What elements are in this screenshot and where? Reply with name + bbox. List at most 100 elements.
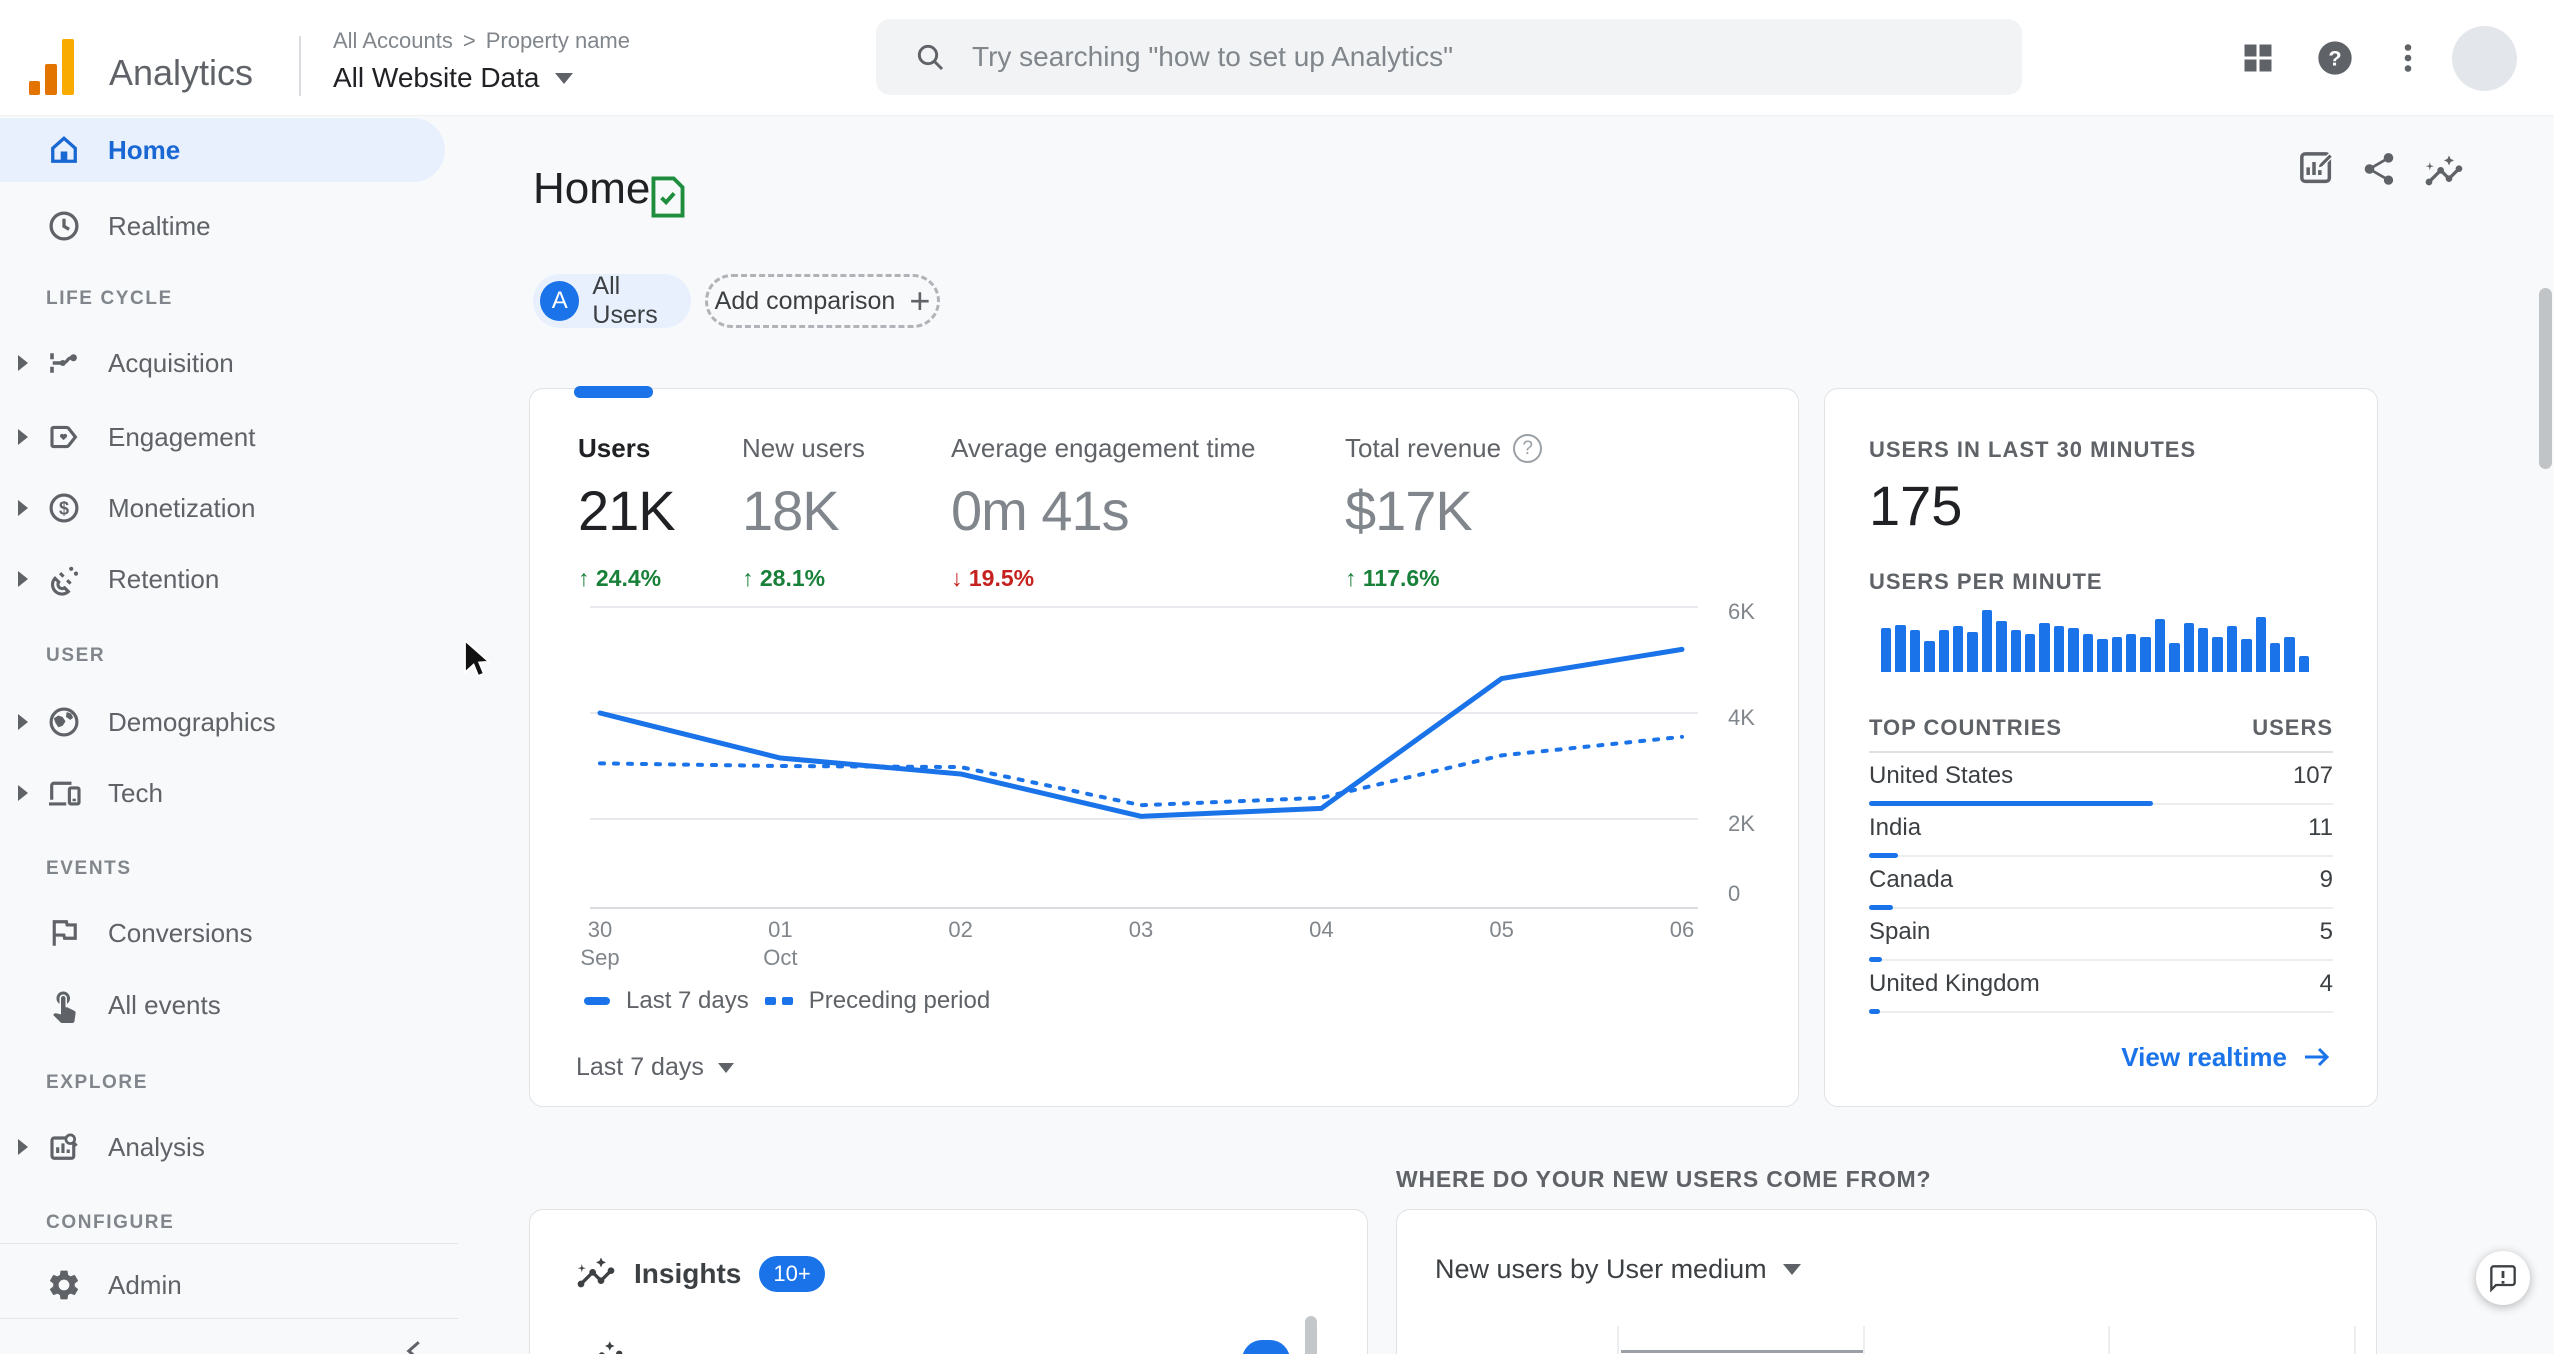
- country-bar: [1869, 1009, 1880, 1014]
- arrow-right-icon: [2305, 1047, 2330, 1067]
- expand-arrow-icon[interactable]: [18, 355, 28, 371]
- insights-scrollbar-thumb[interactable]: [1305, 1316, 1317, 1354]
- engagement-tag-icon: [46, 419, 82, 455]
- minute-bar: [2284, 636, 2295, 672]
- help-icon[interactable]: ?: [2315, 38, 2355, 83]
- insights-header[interactable]: Insights 10+: [576, 1254, 825, 1294]
- sidebar-item-demographics[interactable]: Demographics: [0, 690, 445, 754]
- breadcrumb-item[interactable]: All Accounts: [333, 28, 453, 54]
- metric-delta: ↓ 19.5%: [951, 565, 1035, 591]
- sidebar-item-engagement[interactable]: Engagement: [0, 405, 445, 469]
- customize-report-icon[interactable]: [2296, 148, 2336, 193]
- sidebar-item-label: Home: [108, 134, 181, 165]
- share-icon[interactable]: [2360, 150, 2398, 193]
- minute-bar: [2212, 636, 2223, 672]
- minute-bar: [2010, 630, 2022, 672]
- sidebar-section-life-cycle: LIFE CYCLE: [46, 288, 173, 309]
- expand-arrow-icon[interactable]: [18, 785, 28, 801]
- expand-arrow-icon[interactable]: [18, 714, 28, 730]
- search-bar[interactable]: [876, 19, 2022, 95]
- expand-arrow-icon[interactable]: [18, 429, 28, 445]
- collapse-sidebar-icon[interactable]: [400, 1336, 430, 1354]
- x-tick-label: 30: [588, 917, 612, 942]
- apps-grid-icon[interactable]: [2240, 40, 2276, 81]
- breadcrumb-item[interactable]: Property name: [486, 28, 630, 54]
- minute-bar: [1967, 632, 1978, 672]
- avatar[interactable]: [2452, 26, 2517, 91]
- minute-bar: [2082, 634, 2094, 672]
- x-tick-label: 01: [768, 917, 792, 942]
- add-comparison-label: Add comparison: [714, 286, 896, 315]
- chevron-down-icon: [1782, 1264, 1801, 1275]
- sidebar-item-analysis[interactable]: Analysis: [0, 1115, 445, 1179]
- minute-bar: [2140, 636, 2151, 672]
- touch-icon: [46, 987, 82, 1023]
- expand-arrow-icon[interactable]: [18, 1139, 28, 1155]
- minute-bar: [2169, 642, 2180, 672]
- report-verified-icon[interactable]: [650, 176, 686, 223]
- all-users-chip[interactable]: A All Users: [533, 272, 691, 329]
- breadcrumb-separator: >: [462, 28, 476, 53]
- minute-bar: [1909, 630, 1921, 672]
- metric-engagement-time[interactable]: Average engagement time 0m 41s ↓ 19.5%: [951, 433, 1256, 592]
- metric-label: Total revenue ?: [1345, 433, 1543, 464]
- country-row: Spain 5: [1869, 909, 2333, 962]
- globe-icon: [46, 704, 82, 740]
- sidebar-item-tech[interactable]: Tech: [0, 761, 445, 825]
- country-name: Spain: [1869, 918, 1931, 945]
- view-realtime-link[interactable]: View realtime: [2121, 1041, 2333, 1073]
- view-realtime-label: View realtime: [2121, 1041, 2287, 1072]
- search-icon: [917, 44, 944, 71]
- users-per-minute-label: USERS PER MINUTE: [1869, 569, 2103, 594]
- devices-icon: [46, 775, 82, 811]
- sidebar-section-configure: CONFIGURE: [46, 1212, 175, 1233]
- sidebar-item-label: Realtime: [108, 210, 211, 241]
- expand-arrow-icon[interactable]: [18, 500, 28, 516]
- breadcrumb[interactable]: All Accounts > Property name: [333, 28, 630, 54]
- users-30min-label: USERS IN LAST 30 MINUTES: [1869, 437, 2197, 462]
- property-selector[interactable]: All Website Data: [333, 62, 574, 94]
- metric-total-revenue[interactable]: Total revenue ? $17K ↑ 117.6%: [1345, 433, 1543, 592]
- add-comparison-button[interactable]: Add comparison +: [705, 274, 940, 328]
- country-name: United Kingdom: [1869, 970, 2040, 997]
- gridline: [1863, 1326, 1865, 1354]
- sidebar-section-events: EVENTS: [46, 858, 132, 879]
- expand-arrow-icon[interactable]: [18, 571, 28, 587]
- sidebar-item-home[interactable]: Home: [0, 118, 445, 182]
- feedback-button[interactable]: [2476, 1251, 2530, 1305]
- country-users: 4: [2319, 970, 2333, 997]
- sidebar-item-retention[interactable]: Retention: [0, 547, 445, 611]
- chart-legend: Last 7 days Preceding period: [584, 987, 990, 1015]
- new-users-dimension-selector[interactable]: New users by User medium: [1435, 1254, 1801, 1285]
- sidebar-item-admin[interactable]: Admin: [0, 1253, 445, 1317]
- page-scrollbar-thumb[interactable]: [2539, 288, 2552, 469]
- more-vertical-icon[interactable]: [2390, 40, 2426, 81]
- series-solid: [597, 646, 1685, 819]
- minute-bar: [2053, 626, 2065, 672]
- sidebar-item-conversions[interactable]: Conversions: [0, 901, 445, 965]
- metric-new-users[interactable]: New users 18K ↑ 28.1%: [742, 433, 865, 592]
- insights-title: Insights: [634, 1258, 742, 1289]
- property-selector-label: All Website Data: [333, 62, 540, 93]
- app-header: Analytics All Accounts > Property name A…: [0, 0, 2554, 116]
- metric-value: 0m 41s: [951, 479, 1130, 542]
- y-tick-label: 2K: [1728, 811, 1755, 836]
- search-input[interactable]: [972, 41, 1872, 73]
- sidebar-item-realtime[interactable]: Realtime: [0, 194, 445, 258]
- metric-users[interactable]: Users 21K ↑ 24.4%: [578, 433, 676, 592]
- insights-sparkline-icon[interactable]: [2424, 152, 2464, 197]
- sidebar-item-acquisition[interactable]: Acquisition: [0, 331, 445, 395]
- date-range-selector[interactable]: Last 7 days: [576, 1053, 734, 1082]
- plus-icon: +: [909, 280, 931, 321]
- logo-bar-small: [29, 81, 40, 95]
- minute-bar: [2097, 638, 2108, 672]
- minute-bar: [2111, 636, 2122, 672]
- sidebar-item-monetization[interactable]: $ Monetization: [0, 476, 445, 540]
- divider: [0, 1318, 458, 1319]
- metric-delta: ↑ 28.1%: [742, 565, 826, 591]
- country-name: United States: [1869, 762, 2014, 789]
- sidebar-section-user: USER: [46, 645, 106, 666]
- help-icon[interactable]: ?: [1513, 434, 1543, 463]
- country-users: 9: [2319, 866, 2333, 893]
- sidebar-item-all-events[interactable]: All events: [0, 973, 445, 1037]
